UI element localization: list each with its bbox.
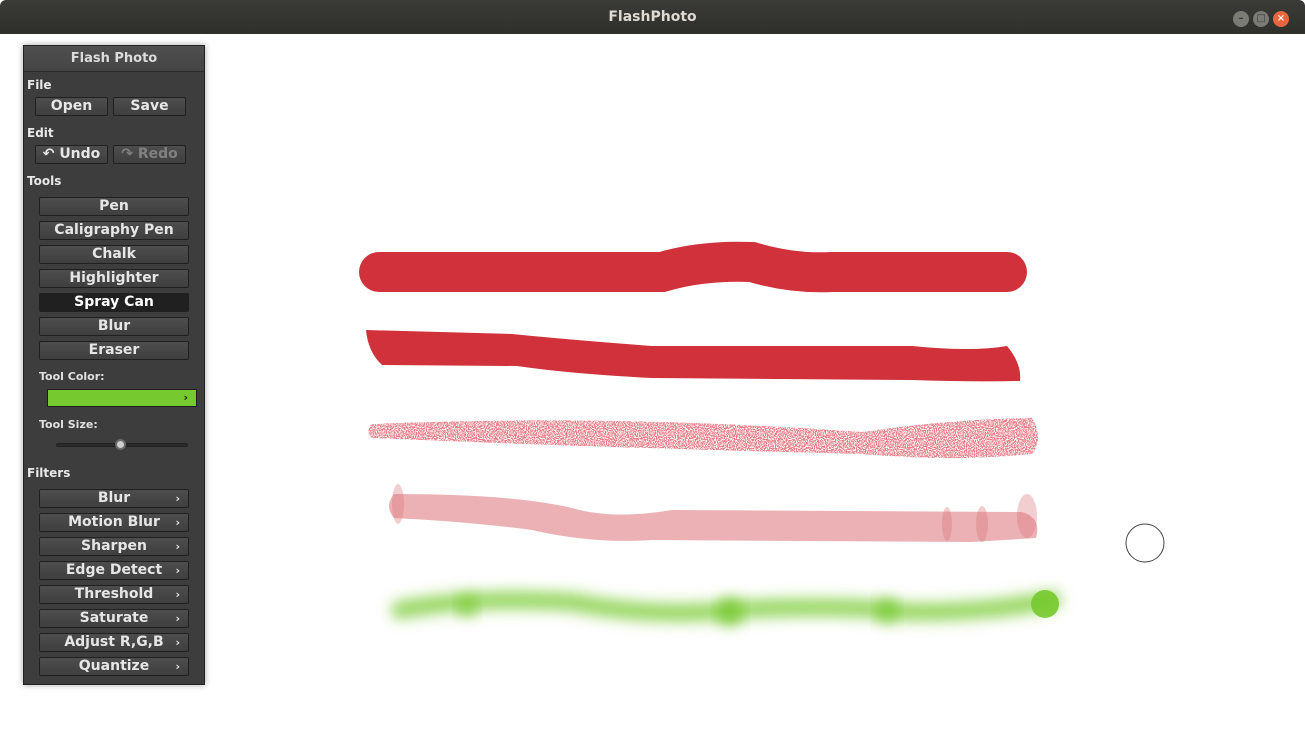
filter-sharpen-label: Sharpen (81, 538, 147, 554)
open-button[interactable]: Open (35, 97, 108, 116)
chevron-right-icon: › (175, 636, 180, 649)
panel-title[interactable]: Flash Photo (24, 46, 204, 72)
file-section-label: File (27, 78, 52, 92)
undo-label: Undo (59, 146, 101, 162)
chevron-right-icon: › (175, 660, 180, 673)
redo-arrow-icon: ↷ (121, 146, 133, 162)
filter-motion-blur-label: Motion Blur (68, 514, 160, 530)
tool-eraser[interactable]: Eraser (39, 341, 189, 360)
chevron-right-icon: › (175, 564, 180, 577)
window-title: FlashPhoto (608, 9, 697, 25)
filter-blur-label: Blur (97, 490, 131, 506)
save-button[interactable]: Save (113, 97, 186, 116)
filter-sharpen[interactable]: Sharpen › (39, 537, 189, 556)
tool-panel: Flash Photo File Open Save Edit ↶ Undo ↷… (23, 45, 205, 685)
filter-threshold[interactable]: Threshold › (39, 585, 189, 604)
undo-button[interactable]: ↶ Undo (35, 145, 108, 164)
redo-label: Redo (137, 146, 178, 162)
slider-handle[interactable] (115, 439, 127, 450)
tool-highlighter[interactable]: Highlighter (39, 269, 189, 288)
filters-section-label: Filters (27, 466, 71, 480)
filter-adjust-rgb-label: Adjust R,G,B (64, 634, 164, 650)
chevron-right-icon: › (175, 540, 180, 553)
redo-button[interactable]: ↷ Redo (113, 145, 186, 164)
highlighter-stroke (389, 494, 1038, 542)
tool-chalk[interactable]: Chalk (39, 245, 189, 264)
filter-threshold-label: Threshold (74, 586, 154, 602)
tools-section-label: Tools (27, 174, 62, 188)
tool-size-slider[interactable] (56, 439, 188, 450)
tool-size-label: Tool Size: (39, 418, 98, 431)
app-window: FlashPhoto – □ × Flash Photo File Open S… (0, 0, 1305, 753)
minimize-icon[interactable]: – (1233, 11, 1249, 27)
tool-color-swatch[interactable]: › (47, 389, 197, 407)
filter-edge-detect-label: Edge Detect (65, 562, 163, 578)
chevron-right-icon: › (175, 492, 180, 505)
chevron-right-icon: › (175, 588, 180, 601)
brush-cursor (1125, 523, 1165, 563)
chevron-right-icon: › (183, 391, 188, 404)
tool-blur[interactable]: Blur (39, 317, 189, 336)
filter-quantize-label: Quantize (78, 658, 150, 674)
undo-arrow-icon: ↶ (42, 146, 55, 162)
filter-blur[interactable]: Blur › (39, 489, 189, 508)
close-icon[interactable]: × (1273, 11, 1289, 27)
filter-saturate[interactable]: Saturate › (39, 609, 189, 628)
pen-stroke (359, 241, 1027, 293)
tool-pen[interactable]: Pen (39, 197, 189, 216)
chalk-stroke (368, 418, 1038, 458)
filter-adjust-rgb[interactable]: Adjust R,G,B › (39, 633, 189, 652)
filter-motion-blur[interactable]: Motion Blur › (39, 513, 189, 532)
tool-caligraphy-pen[interactable]: Caligraphy Pen (39, 221, 189, 240)
chevron-right-icon: › (175, 516, 180, 529)
filter-edge-detect[interactable]: Edge Detect › (39, 561, 189, 580)
edit-section-label: Edit (27, 126, 54, 140)
filter-quantize[interactable]: Quantize › (39, 657, 189, 676)
calligraphy-stroke (366, 330, 1021, 382)
tool-color-label: Tool Color: (39, 370, 105, 383)
maximize-icon[interactable]: □ (1253, 11, 1269, 27)
chevron-right-icon: › (175, 612, 180, 625)
filter-saturate-label: Saturate (79, 610, 149, 626)
title-bar[interactable]: FlashPhoto – □ × (0, 0, 1305, 34)
tool-spray-can[interactable]: Spray Can (39, 293, 189, 312)
